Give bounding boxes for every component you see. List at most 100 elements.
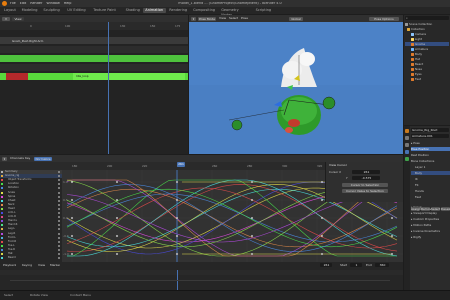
nla-muted-strip[interactable]	[6, 73, 28, 80]
visibility-icon[interactable]	[58, 248, 60, 251]
visibility-icon[interactable]	[58, 175, 60, 178]
graph-current-frame[interactable]: 261	[177, 162, 185, 167]
outliner-item[interactable]: Collection	[405, 27, 449, 31]
output-tab-icon[interactable]	[405, 143, 409, 147]
nla-ruler[interactable]: 0 100 130 150 175	[0, 22, 188, 30]
marker-menu[interactable]: Marker	[50, 264, 60, 267]
visibility-icon[interactable]	[58, 244, 60, 247]
properties-row[interactable]: Feet	[411, 195, 450, 199]
cursor-x-field[interactable]: 261	[352, 170, 380, 174]
cursor-value-to-selection-button[interactable]: Cursor Value to Selection	[342, 189, 388, 193]
timeline[interactable]: Playback Keying View Marker 261 Start 1 …	[0, 262, 403, 290]
visibility-icon[interactable]	[58, 195, 60, 198]
outliner-search[interactable]: ⌕	[405, 16, 449, 20]
top-menu[interactable]: File Edit Render Window Help	[10, 2, 75, 5]
editor-type-button[interactable]: ▾	[2, 16, 10, 21]
keying-menu[interactable]: Keying	[22, 264, 32, 267]
normalize-toggle[interactable]: Normalize	[34, 156, 52, 161]
properties-row[interactable]: Bone Collections	[411, 159, 450, 163]
mode-dropdown[interactable]: Pose Mode	[198, 16, 216, 21]
properties-row[interactable]: Rest Position	[411, 153, 450, 157]
nla-track[interactable]: Gnom_Push Right Arm	[0, 37, 188, 44]
tab-sculpting[interactable]: Sculpting	[41, 8, 64, 13]
outliner-item[interactable]: Body	[405, 52, 449, 56]
visibility-icon[interactable]	[58, 220, 60, 223]
properties-row[interactable]: Body	[411, 171, 450, 175]
editor-type-button[interactable]: ▾	[2, 156, 7, 161]
properties-row[interactable]: ▸ Pose	[411, 141, 450, 145]
view-menu[interactable]: View	[12, 16, 24, 21]
graph-channels[interactable]: Summary Gnome_rig Object Transforms Locatio…	[0, 170, 62, 262]
tab-uv-editing[interactable]: UV Editing	[65, 8, 90, 13]
tab-animation[interactable]: Animation	[143, 8, 167, 13]
properties-row[interactable]: Pose Position	[411, 147, 450, 151]
outliner-item[interactable]: Hat	[405, 57, 449, 61]
tab-layout[interactable]: Layout	[2, 8, 19, 13]
menu-render[interactable]: Render	[30, 2, 42, 5]
end-field[interactable]: 360	[375, 263, 389, 267]
editor-type-button[interactable]: ▾	[191, 16, 196, 21]
pose-menu[interactable]: Pose	[241, 17, 248, 20]
tab-texture-paint[interactable]: Texture Paint	[91, 8, 122, 13]
visibility-icon[interactable]	[58, 212, 60, 214]
current-frame-field[interactable]: 261	[320, 263, 332, 267]
bone-collection-assign-button[interactable]: Assign	[411, 207, 421, 211]
outliner-item[interactable]: Feet	[405, 77, 449, 81]
nla-strip[interactable]: Idle_loop	[73, 73, 185, 80]
menu-window[interactable]: Window	[46, 2, 59, 5]
select-menu[interactable]: Select	[229, 17, 238, 20]
start-field[interactable]: 1	[350, 263, 362, 267]
tab-compositing[interactable]: Compositing	[191, 8, 218, 13]
channel-row[interactable]: Beard	[0, 256, 62, 260]
visibility-icon[interactable]	[58, 187, 60, 190]
bone-collection-remove-button[interactable]: Remove	[421, 207, 433, 211]
outliner-item[interactable]: Armature	[405, 47, 449, 51]
visibility-icon[interactable]	[58, 191, 60, 194]
outliner-item[interactable]: Light	[405, 37, 449, 41]
render-tab-icon[interactable]	[405, 136, 409, 140]
view-menu[interactable]: View	[219, 17, 226, 20]
armature-data-field[interactable]: Armature.001	[411, 134, 449, 138]
visibility-icon[interactable]	[58, 207, 60, 210]
properties-row[interactable]: Hands	[411, 189, 450, 193]
properties-row[interactable]: ▸ Motion Paths	[411, 223, 450, 227]
tab-rendering[interactable]: Rendering	[167, 8, 190, 13]
visibility-icon[interactable]	[58, 179, 60, 182]
armature-tab-icon[interactable]	[405, 150, 409, 154]
properties-row[interactable]: ▸ Rigify	[411, 235, 450, 239]
bone-collection-select-button[interactable]: Select	[431, 207, 440, 211]
bone-collection-deselect-button[interactable]: Deselect	[441, 207, 450, 211]
visibility-icon[interactable]	[58, 203, 60, 206]
properties-row[interactable]: IK	[411, 177, 450, 181]
visibility-icon[interactable]	[58, 216, 60, 219]
properties-row[interactable]: Layer 1	[411, 165, 450, 169]
outliner-item[interactable]: Gnome	[405, 42, 449, 46]
transform-orientation-dropdown[interactable]: Global	[289, 16, 303, 21]
nla-track[interactable]	[0, 64, 188, 71]
blender-logo-icon[interactable]	[2, 1, 7, 6]
key-menu[interactable]: Key	[25, 157, 30, 160]
3d-viewport[interactable]	[189, 15, 403, 154]
tab-geometry-nodes[interactable]: Geometry Nodes	[219, 8, 252, 17]
properties-row[interactable]: ▸ Custom Properties	[411, 217, 450, 221]
visibility-icon[interactable]	[58, 240, 60, 243]
properties-row[interactable]: ▸ Viewport Display	[411, 211, 450, 215]
visibility-icon[interactable]	[58, 224, 60, 227]
menu-file[interactable]: File	[10, 2, 16, 5]
visibility-icon[interactable]	[58, 257, 60, 260]
channels-menu[interactable]: Channels	[10, 157, 24, 160]
outliner-item[interactable]: Scene Collection	[405, 22, 449, 26]
properties-row[interactable]: FK	[411, 183, 450, 187]
nla-playhead[interactable]	[108, 22, 109, 154]
nla-track[interactable]: Run_loopIdle_loop	[0, 73, 188, 80]
outliner[interactable]: ⌕ Scene Collection Collection Camera Light G…	[404, 15, 450, 125]
object-name-field[interactable]: Gnome_Rig_Root	[411, 128, 449, 132]
visibility-icon[interactable]	[58, 228, 60, 231]
visibility-icon[interactable]	[58, 171, 60, 173]
timeline-ruler[interactable]	[0, 270, 403, 275]
playback-menu[interactable]: Playback	[3, 264, 16, 267]
outliner-item[interactable]: Beard	[405, 62, 449, 66]
bone-tab-icon[interactable]	[405, 157, 409, 161]
tab-modeling[interactable]: Modeling	[20, 8, 41, 13]
visibility-icon[interactable]	[58, 236, 60, 239]
